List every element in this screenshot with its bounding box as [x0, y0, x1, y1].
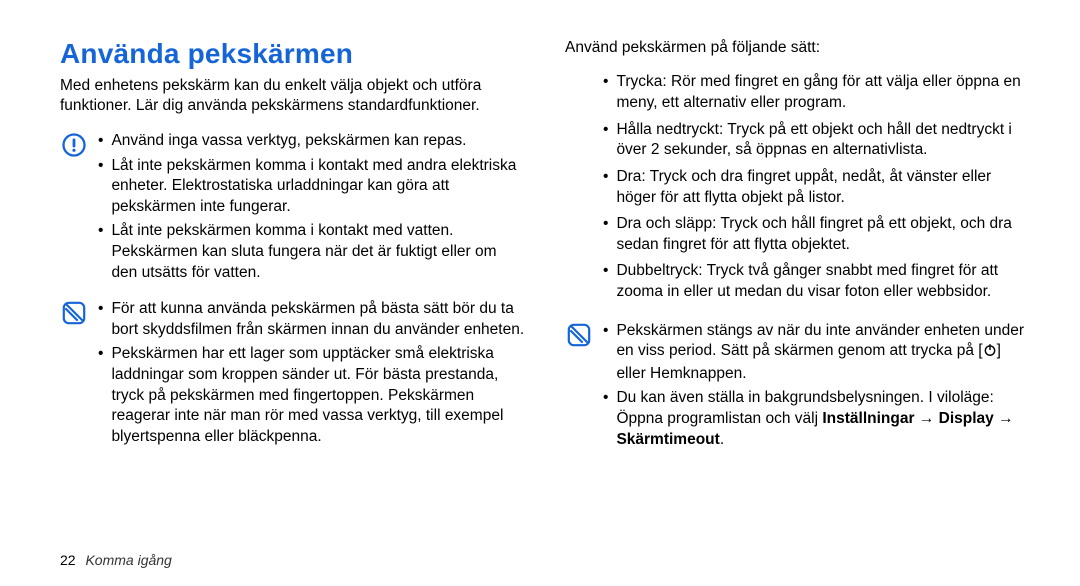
arrow-text: → [994, 410, 1014, 427]
list-text: Pekskärmen stängs av när du inte använde… [616, 321, 1030, 385]
list-item: •Använd inga vassa verktyg, pekskärmen k… [98, 131, 525, 152]
warning-icon [60, 131, 88, 157]
list-text: Låt inte pekskärmen komma i kontakt med … [111, 221, 525, 283]
bold-text: Display [939, 410, 994, 427]
list-text: Använd inga vassa verktyg, pekskärmen ka… [111, 131, 525, 152]
note-text: Pekskärmen stängs av när du inte använde… [616, 322, 1024, 360]
note-icon [565, 321, 593, 347]
list-text: Dubbeltryck: Tryck två gånger snabbt med… [616, 261, 1030, 302]
left-column: Använda pekskärmen Med enhetens pekskärm… [60, 38, 525, 466]
page-title: Använda pekskärmen [60, 38, 525, 70]
list-item: •Dra: Tryck och dra fingret uppåt, nedåt… [603, 167, 1030, 208]
list-text: Låt inte pekskärmen komma i kontakt med … [111, 156, 525, 218]
page-number: 22 [60, 552, 76, 568]
list-item: •Hålla nedtryckt: Tryck på ett objekt oc… [603, 120, 1030, 161]
notes-block: • Pekskärmen stängs av när du inte använ… [565, 321, 1030, 455]
list-item: •Låt inte pekskärmen komma i kontakt med… [98, 156, 525, 218]
list-item: •För att kunna använda pekskärmen på bäs… [98, 299, 525, 340]
list-text: Du kan även ställa in bakgrundsbelysning… [616, 388, 1030, 450]
list-item: • Pekskärmen stängs av när du inte använ… [603, 321, 1030, 385]
right-column: Använd pekskärmen på följande sätt: •Try… [565, 38, 1030, 466]
bold-text: Inställningar [822, 410, 914, 427]
section-name: Komma igång [85, 552, 171, 568]
intro-text: Med enhetens pekskärm kan du enkelt välj… [60, 76, 525, 117]
list-text: Pekskärmen har ett lager som upptäcker s… [111, 344, 525, 447]
list-text: Dra och släpp: Tryck och håll fingret på… [616, 214, 1030, 255]
list-text: För att kunna använda pekskärmen på bäst… [111, 299, 525, 340]
list-text: Dra: Tryck och dra fingret uppåt, nedåt,… [616, 167, 1030, 208]
note-icon [60, 299, 88, 325]
manual-page: Använda pekskärmen Med enhetens pekskärm… [0, 0, 1080, 586]
list-item: •Låt inte pekskärmen komma i kontakt med… [98, 221, 525, 283]
page-footer: 22 Komma igång [60, 552, 172, 568]
warning-list: •Använd inga vassa verktyg, pekskärmen k… [98, 131, 525, 287]
warning-block: •Använd inga vassa verktyg, pekskärmen k… [60, 131, 525, 287]
list-text: Trycka: Rör med fingret en gång för att … [616, 72, 1030, 113]
arrow-text: → [915, 410, 939, 427]
list-item: •Dra och släpp: Tryck och håll fingret p… [603, 214, 1030, 255]
usage-lead: Använd pekskärmen på följande sätt: [565, 38, 1030, 58]
list-item: • Du kan även ställa in bakgrundsbelysni… [603, 388, 1030, 450]
list-item: •Trycka: Rör med fingret en gång för att… [603, 72, 1030, 113]
usage-block: •Trycka: Rör med fingret en gång för att… [565, 72, 1030, 308]
list-item: •Pekskärmen har ett lager som upptäcker … [98, 344, 525, 447]
notes-list: • Pekskärmen stängs av när du inte använ… [603, 321, 1030, 455]
usage-list: •Trycka: Rör med fingret en gång för att… [603, 72, 1030, 308]
tips-block: •För att kunna använda pekskärmen på bäs… [60, 299, 525, 451]
tips-list: •För att kunna använda pekskärmen på bäs… [98, 299, 525, 451]
power-icon [983, 343, 997, 364]
list-text: Hålla nedtryckt: Tryck på ett objekt och… [616, 120, 1030, 161]
bold-text: Skärmtimeout [616, 431, 719, 448]
list-item: •Dubbeltryck: Tryck två gånger snabbt me… [603, 261, 1030, 302]
note-text: . [720, 431, 724, 448]
